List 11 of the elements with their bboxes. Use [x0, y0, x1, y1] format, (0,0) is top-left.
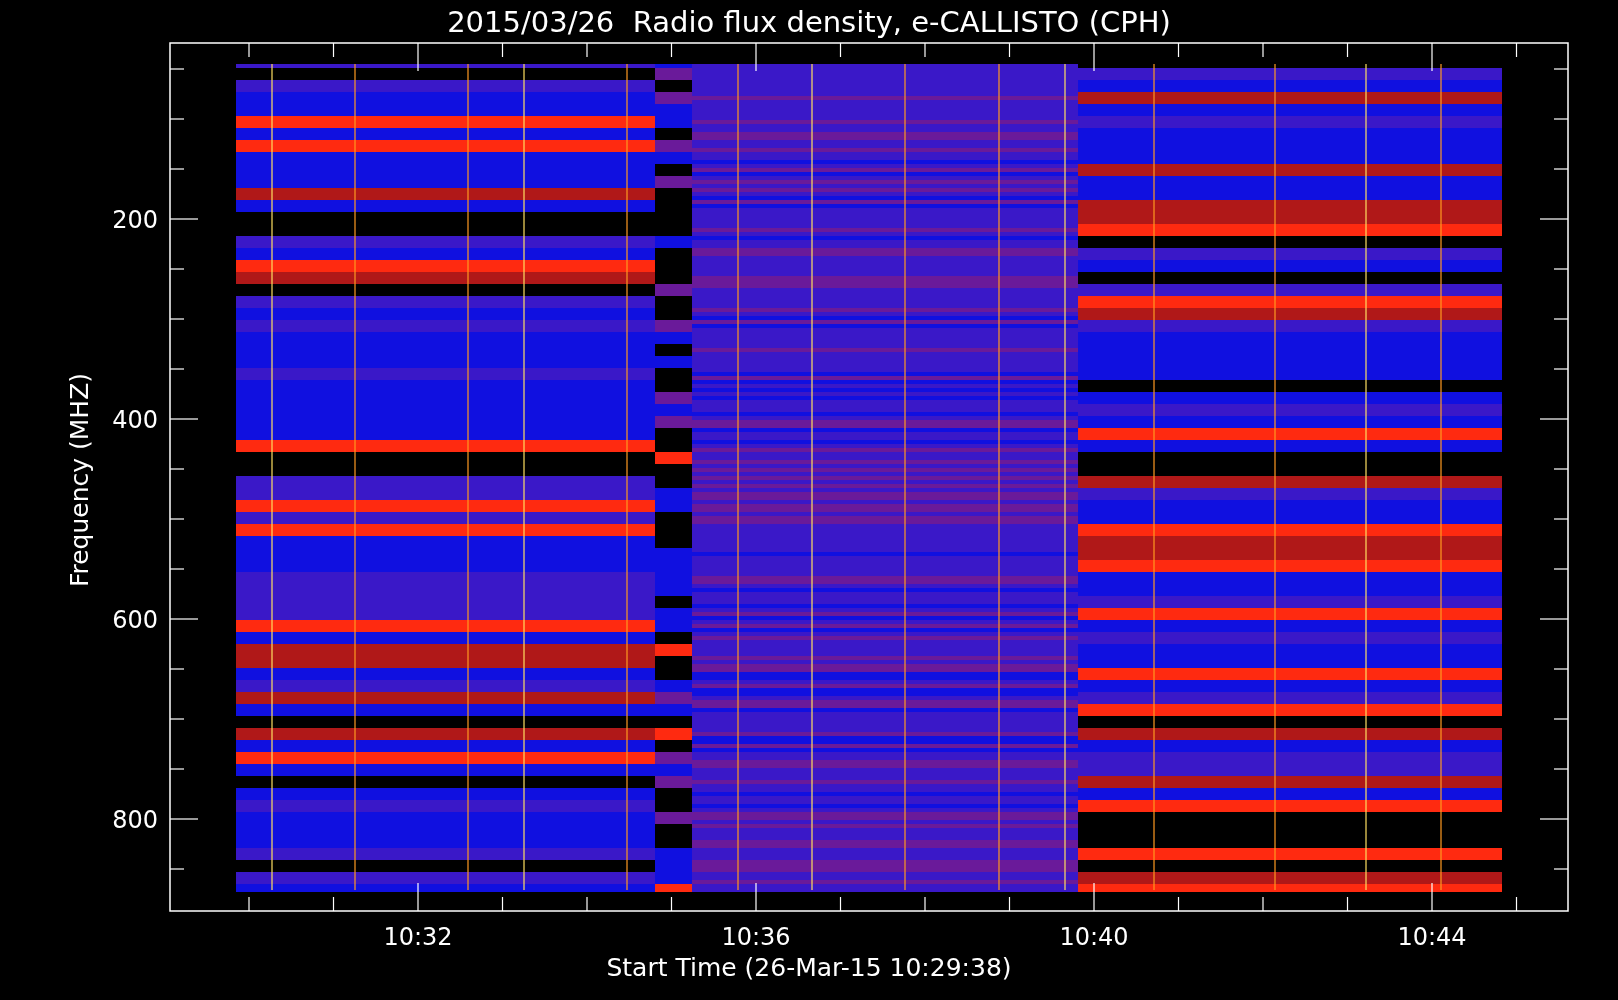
y-tick-label: 200 [112, 206, 158, 234]
y-axis-label: Frequency (MHZ) [65, 372, 94, 588]
y-tick-label: 400 [112, 406, 158, 434]
y-tick-label: 800 [112, 806, 158, 834]
x-tick-label: 10:32 [383, 923, 453, 951]
x-tick-label: 10:40 [1059, 923, 1129, 951]
x-tick-label: 10:36 [721, 923, 791, 951]
x-axis-label: Start Time (26-Mar-15 10:29:38) [606, 953, 1012, 982]
plot-title: 2015/03/26 Radio flux density, e-CALLISTO (CPH) [447, 5, 1171, 39]
y-tick-label: 600 [112, 606, 158, 634]
x-tick-label: 10:44 [1397, 923, 1467, 951]
